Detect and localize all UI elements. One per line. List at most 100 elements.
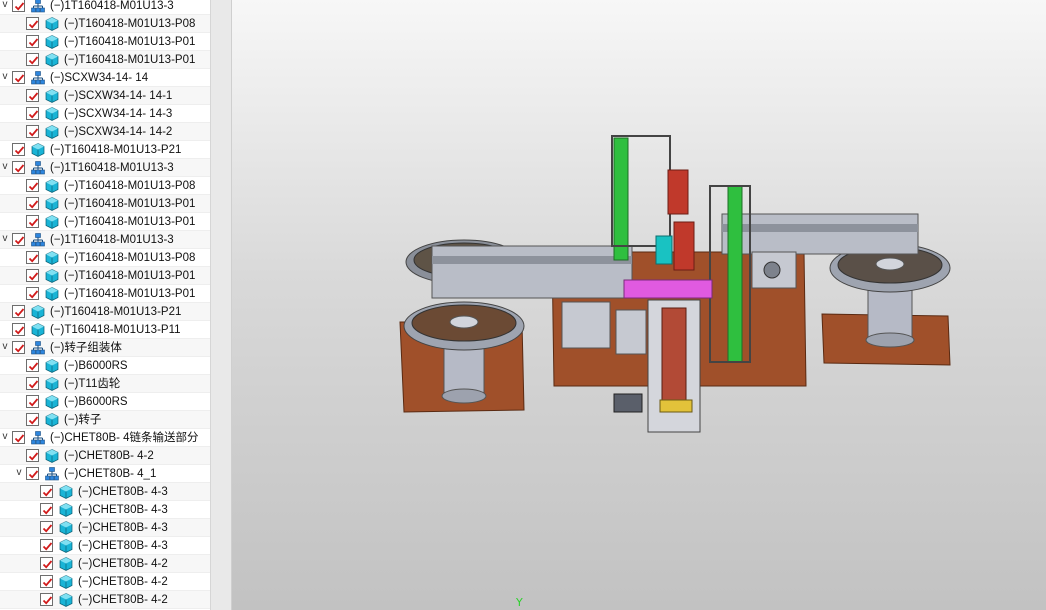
checkmark-icon xyxy=(28,56,39,65)
tree-row[interactable]: (−)CHET80B- 4-2 xyxy=(0,447,210,465)
part-icon xyxy=(58,520,74,536)
tree-row[interactable]: (−)T160418-M01U13-P08 xyxy=(0,249,210,267)
visibility-checkbox[interactable] xyxy=(26,377,39,390)
tree-item-label: (−)1T160418-M01U13-3 xyxy=(50,162,174,174)
visibility-checkbox[interactable] xyxy=(26,179,39,192)
visibility-checkbox[interactable] xyxy=(26,287,39,300)
visibility-checkbox[interactable] xyxy=(26,35,39,48)
tree-row[interactable]: (−)CHET80B- 4-3 xyxy=(0,537,210,555)
visibility-checkbox[interactable] xyxy=(12,233,25,246)
tree-item-label: (−)CHET80B- 4_1 xyxy=(64,468,157,480)
tree-row[interactable]: (−)B6000RS xyxy=(0,357,210,375)
tree-row[interactable]: (−)SCXW34-14- 14-1 xyxy=(0,87,210,105)
chevron-down-icon[interactable]: v xyxy=(0,0,10,11)
tree-row[interactable]: (−)T160418-M01U13-P08 xyxy=(0,15,210,33)
tree-item-label: (−)T160418-M01U13-P21 xyxy=(50,306,182,318)
visibility-checkbox[interactable] xyxy=(26,107,39,120)
tree-row[interactable]: (−)T160418-M01U13-P01 xyxy=(0,285,210,303)
tree-item-label: (−)T160418-M01U13-P01 xyxy=(64,216,196,228)
visibility-checkbox[interactable] xyxy=(40,575,53,588)
part-icon xyxy=(30,142,46,158)
visibility-checkbox[interactable] xyxy=(26,125,39,138)
tree-row[interactable]: (−)SCXW34-14- 14-3 xyxy=(0,105,210,123)
tree-row[interactable]: (−)T160418-M01U13-P21 xyxy=(0,303,210,321)
feature-tree[interactable]: v (−)1T160418-M01U13-3 (−)T160418-M01U13-P… xyxy=(0,0,210,610)
tree-item-label: (−)T160418-M01U13-P21 xyxy=(50,144,182,156)
tree-row[interactable]: (−)B6000RS xyxy=(0,393,210,411)
visibility-checkbox[interactable] xyxy=(40,593,53,606)
visibility-checkbox[interactable] xyxy=(26,215,39,228)
tree-row[interactable]: (−)CHET80B- 4-2 xyxy=(0,555,210,573)
tree-row[interactable]: (−)CHET80B- 4-3 xyxy=(0,483,210,501)
tree-row[interactable]: (−)T160418-M01U13-P01 xyxy=(0,195,210,213)
visibility-checkbox[interactable] xyxy=(26,53,39,66)
visibility-checkbox[interactable] xyxy=(40,557,53,570)
tree-row[interactable]: (−)CHET80B- 4-2 xyxy=(0,591,210,609)
visibility-checkbox[interactable] xyxy=(26,89,39,102)
visibility-checkbox[interactable] xyxy=(26,449,39,462)
tree-row[interactable]: (−)SCXW34-14- 14-2 xyxy=(0,123,210,141)
tree-row[interactable]: (−)CHET80B- 4-3 xyxy=(0,501,210,519)
checkmark-icon xyxy=(14,344,25,353)
part-icon xyxy=(44,124,60,140)
part-icon xyxy=(44,448,60,464)
part-icon xyxy=(58,484,74,500)
visibility-checkbox[interactable] xyxy=(40,521,53,534)
checkmark-icon xyxy=(42,488,53,497)
visibility-checkbox[interactable] xyxy=(26,467,39,480)
tree-row[interactable]: (−)T160418-M01U13-P11 xyxy=(0,321,210,339)
magenta-slider xyxy=(623,279,713,299)
tree-row[interactable]: v (−)转子组装体 xyxy=(0,339,210,357)
machine-model[interactable] xyxy=(232,0,1046,610)
part-icon xyxy=(44,286,60,302)
chevron-down-icon[interactable]: v xyxy=(14,467,24,479)
tree-row[interactable]: v (−)1T160418-M01U13-3 xyxy=(0,231,210,249)
bowl-left-front-base xyxy=(441,388,487,404)
part-icon xyxy=(58,538,74,554)
3d-viewport[interactable]: Y xyxy=(232,0,1046,610)
tree-row[interactable]: (−)T160418-M01U13-P08 xyxy=(0,177,210,195)
tree-row[interactable]: (−)转子 xyxy=(0,411,210,429)
visibility-checkbox[interactable] xyxy=(26,197,39,210)
tree-row[interactable]: (−)T160418-M01U13-P21 xyxy=(0,141,210,159)
chevron-down-icon[interactable]: v xyxy=(0,431,10,443)
visibility-checkbox[interactable] xyxy=(26,413,39,426)
panel-splitter[interactable] xyxy=(210,0,232,610)
tree-row[interactable]: v (−)1T160418-M01U13-3 xyxy=(0,159,210,177)
tree-item-label: (−)T160418-M01U13-P01 xyxy=(64,288,196,300)
tree-row[interactable]: (−)CHET80B- 4-3 xyxy=(0,519,210,537)
chevron-down-icon[interactable]: v xyxy=(0,341,10,353)
chevron-down-icon[interactable]: v xyxy=(0,71,10,83)
tree-item-label: (−)1T160418-M01U13-3 xyxy=(50,0,174,12)
tree-row[interactable]: (−)CHET80B- 4-2 xyxy=(0,573,210,591)
visibility-checkbox[interactable] xyxy=(12,0,25,12)
tree-row[interactable]: (−)T160418-M01U13-P01 xyxy=(0,51,210,69)
visibility-checkbox[interactable] xyxy=(12,323,25,336)
tree-row[interactable]: v (−)SCXW34-14- 14 xyxy=(0,69,210,87)
tree-row[interactable]: (−)T160418-M01U13-P01 xyxy=(0,33,210,51)
tree-row[interactable]: (−)T11齿轮 xyxy=(0,375,210,393)
tree-row[interactable]: (−)T160418-M01U13-P01 xyxy=(0,267,210,285)
visibility-checkbox[interactable] xyxy=(12,143,25,156)
visibility-checkbox[interactable] xyxy=(40,503,53,516)
visibility-checkbox[interactable] xyxy=(40,485,53,498)
visibility-checkbox[interactable] xyxy=(12,431,25,444)
visibility-checkbox[interactable] xyxy=(26,17,39,30)
tree-row[interactable]: (−)T160418-M01U13-P01 xyxy=(0,213,210,231)
chevron-down-icon[interactable]: v xyxy=(0,233,10,245)
visibility-checkbox[interactable] xyxy=(12,161,25,174)
visibility-checkbox[interactable] xyxy=(26,269,39,282)
chevron-down-icon[interactable]: v xyxy=(0,161,10,173)
visibility-checkbox[interactable] xyxy=(12,305,25,318)
checkmark-icon xyxy=(14,326,25,335)
visibility-checkbox[interactable] xyxy=(40,539,53,552)
tree-row[interactable]: v (−)CHET80B- 4_1 xyxy=(0,465,210,483)
tree-row[interactable]: v (−)1T160418-M01U13-3 xyxy=(0,0,210,15)
visibility-checkbox[interactable] xyxy=(12,71,25,84)
visibility-checkbox[interactable] xyxy=(26,395,39,408)
visibility-checkbox[interactable] xyxy=(26,359,39,372)
visibility-checkbox[interactable] xyxy=(26,251,39,264)
tree-item-label: (−)T160418-M01U13-P08 xyxy=(64,252,196,264)
visibility-checkbox[interactable] xyxy=(12,341,25,354)
tree-row[interactable]: v (−)CHET80B- 4链条输送部分 xyxy=(0,429,210,447)
